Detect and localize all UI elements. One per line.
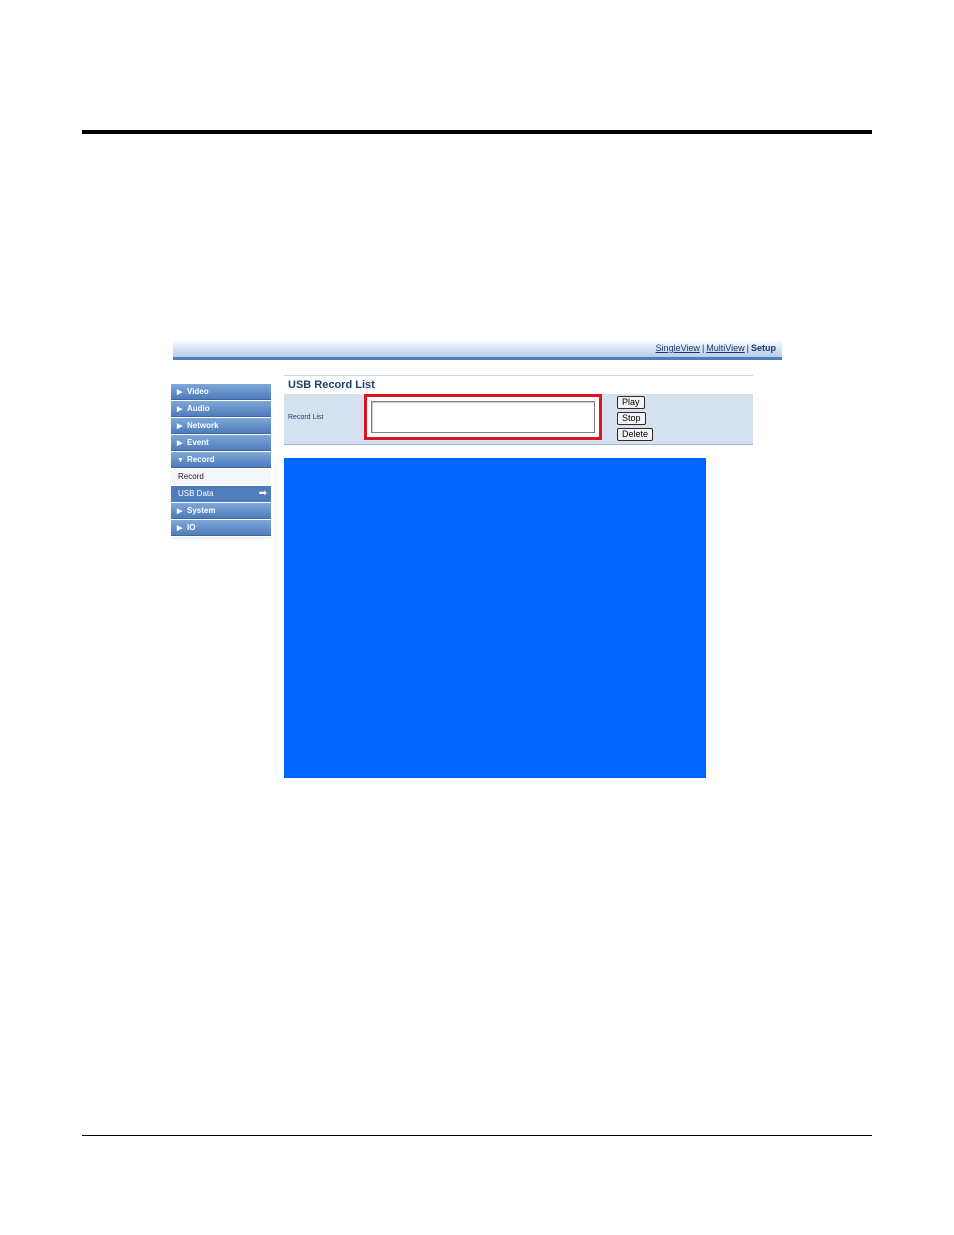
video-playback-area[interactable] (284, 458, 706, 778)
sidebar-item-system[interactable]: ▶ System (171, 503, 271, 519)
sidebar-item-label: Network (187, 421, 219, 430)
record-list-highlight (364, 394, 602, 440)
sidebar-item-record[interactable]: ▼ Record (171, 452, 271, 468)
triangle-right-icon: ▶ (177, 406, 183, 413)
sidebar-footer (171, 537, 271, 541)
setup-link[interactable]: Setup (751, 343, 776, 353)
triangle-right-icon: ▶ (177, 440, 183, 447)
footer-rule (82, 1135, 872, 1136)
arrow-right-icon: ➡ (258, 488, 267, 499)
sidebar-item-video[interactable]: ▶ Video (171, 384, 271, 400)
page-title: USB Record List (288, 379, 375, 391)
sidebar-subitem-label: Record (178, 472, 204, 481)
triangle-down-icon: ▼ (177, 457, 184, 464)
delete-button[interactable]: Delete (617, 428, 654, 441)
record-list-box[interactable] (371, 401, 595, 433)
sidebar-item-network[interactable]: ▶ Network (171, 418, 271, 434)
sidebar-subitem-record[interactable]: Record (171, 469, 271, 485)
sidebar-subitem-usb-data[interactable]: USB Data ➡ (171, 486, 271, 502)
sidebar: ▶ Video ▶ Audio ▶ Network ▶ Event ▼ Record Re… (171, 384, 271, 541)
triangle-right-icon: ▶ (177, 423, 183, 430)
sidebar-item-label: Audio (187, 404, 210, 413)
sidebar-item-label: System (187, 506, 216, 515)
triangle-right-icon: ▶ (177, 525, 183, 532)
top-bar: SingleView | MultiView | Setup (173, 340, 782, 360)
sidebar-item-label: Video (187, 387, 209, 396)
multi-view-link[interactable]: MultiView (706, 343, 744, 353)
panel-header: USB Record List (284, 375, 753, 395)
sidebar-item-event[interactable]: ▶ Event (171, 435, 271, 451)
record-list-row: Record List Play Stop Delete (284, 394, 753, 445)
play-button[interactable]: Play (617, 396, 645, 409)
triangle-right-icon: ▶ (177, 508, 183, 515)
header-rule (82, 130, 872, 134)
stop-button[interactable]: Stop (617, 412, 646, 425)
sidebar-item-audio[interactable]: ▶ Audio (171, 401, 271, 417)
top-nav: SingleView | MultiView | Setup (656, 343, 776, 353)
sidebar-subitem-label: USB Data (178, 489, 214, 498)
sidebar-item-label: Record (187, 455, 215, 464)
sidebar-item-label: IO (187, 523, 196, 532)
triangle-right-icon: ▶ (177, 389, 183, 396)
sidebar-item-io[interactable]: ▶ IO (171, 520, 271, 536)
single-view-link[interactable]: SingleView (656, 343, 700, 353)
sidebar-item-label: Event (187, 438, 209, 447)
record-list-label: Record List (288, 414, 324, 421)
